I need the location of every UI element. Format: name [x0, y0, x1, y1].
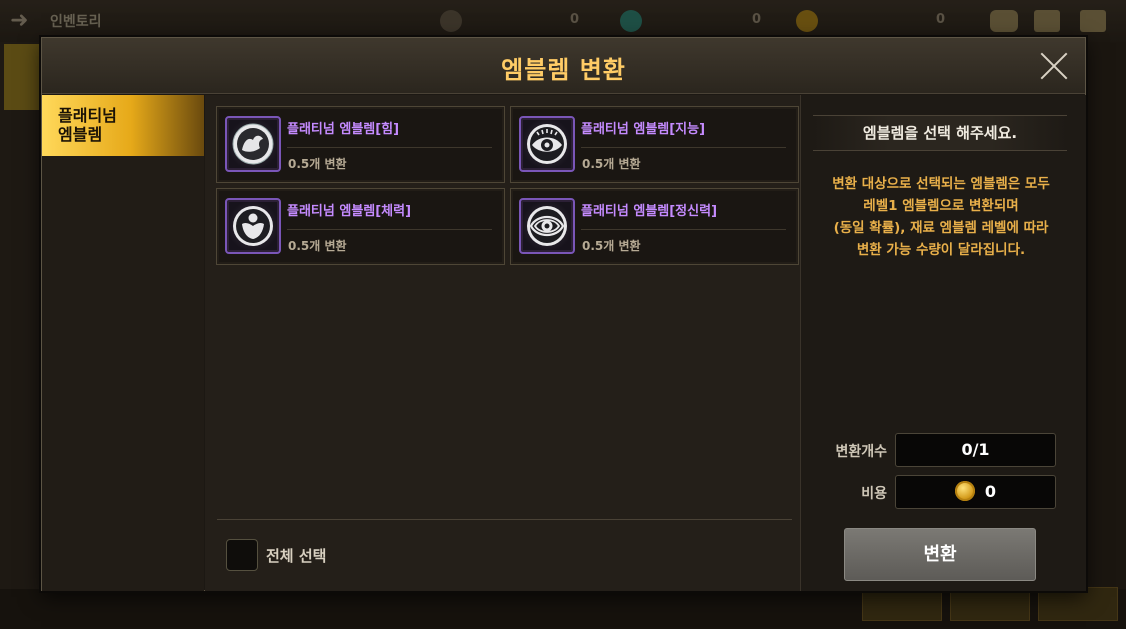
convert-button[interactable]: 변환 [844, 528, 1036, 581]
gold-coin-icon [954, 481, 975, 501]
cost-label: 비용 [861, 486, 887, 502]
cost-box: 0 [895, 475, 1056, 509]
emblem-convert-dialog: 엠블렘 변환 플래티넘 엠블렘 플래티넘 엠블렘[힘] 0.5개 변환 플래티넘… [41, 37, 1086, 591]
info-description: 변환 대상으로 선택되는 엠블렘은 모두 레벨1 엠블렘으로 변환되며 (동일 … [832, 176, 1050, 258]
cost-row: 비용 0 [801, 475, 1087, 509]
info-heading: 엠블렘을 선택 해주세요. [813, 115, 1067, 151]
emblem-card-strength[interactable]: 플래티넘 엠블렘[힘] 0.5개 변환 [216, 106, 505, 183]
vitality-emblem-icon [225, 198, 281, 254]
divider [217, 519, 792, 520]
emblem-rate: 0.5개 변환 [288, 157, 347, 171]
close-icon[interactable] [1039, 51, 1069, 81]
convert-count-label: 변환개수 [835, 444, 887, 460]
intelligence-emblem-icon [519, 116, 575, 172]
emblem-list: 플래티넘 엠블렘[힘] 0.5개 변환 플래티넘 엠블렘[지능] 0.5개 변환 [205, 95, 800, 591]
divider [287, 229, 492, 230]
dialog-title: 엠블렘 변환 [501, 56, 626, 84]
emblem-name: 플래티넘 엠블렘[힘] [287, 122, 400, 137]
tab-label: 플래티넘 엠블렘 [58, 106, 117, 144]
emblem-rate: 0.5개 변환 [582, 157, 641, 171]
emblem-rate: 0.5개 변환 [582, 239, 641, 253]
divider [581, 229, 786, 230]
select-all-label: 전체 선택 [266, 547, 327, 565]
checkbox-box[interactable] [226, 539, 258, 571]
category-sidebar: 플래티넘 엠블렘 [42, 95, 204, 591]
dialog-header: 엠블렘 변환 [42, 38, 1085, 94]
emblem-card-spirit[interactable]: 플래티넘 엠블렘[정신력] 0.5개 변환 [510, 188, 799, 265]
strength-emblem-icon [225, 116, 281, 172]
emblem-card-intelligence[interactable]: 플래티넘 엠블렘[지능] 0.5개 변환 [510, 106, 799, 183]
emblem-name: 플래티넘 엠블렘[정신력] [581, 204, 718, 219]
convert-count-row: 변환개수 0/1 [801, 433, 1087, 467]
tab-platinum-emblem[interactable]: 플래티넘 엠블렘 [42, 95, 204, 156]
divider [581, 147, 786, 148]
emblem-name: 플래티넘 엠블렘[지능] [581, 122, 706, 137]
info-panel: 엠블렘을 선택 해주세요. 변환 대상으로 선택되는 엠블렘은 모두 레벨1 엠… [800, 95, 1086, 591]
spirit-emblem-icon [519, 198, 575, 254]
emblem-card-vitality[interactable]: 플래티넘 엠블렘[체력] 0.5개 변환 [216, 188, 505, 265]
convert-count-value: 0/1 [895, 433, 1056, 467]
emblem-name: 플래티넘 엠블렘[체력] [287, 204, 412, 219]
cost-value: 0 [984, 482, 997, 501]
emblem-rate: 0.5개 변환 [288, 239, 347, 253]
divider [287, 147, 492, 148]
